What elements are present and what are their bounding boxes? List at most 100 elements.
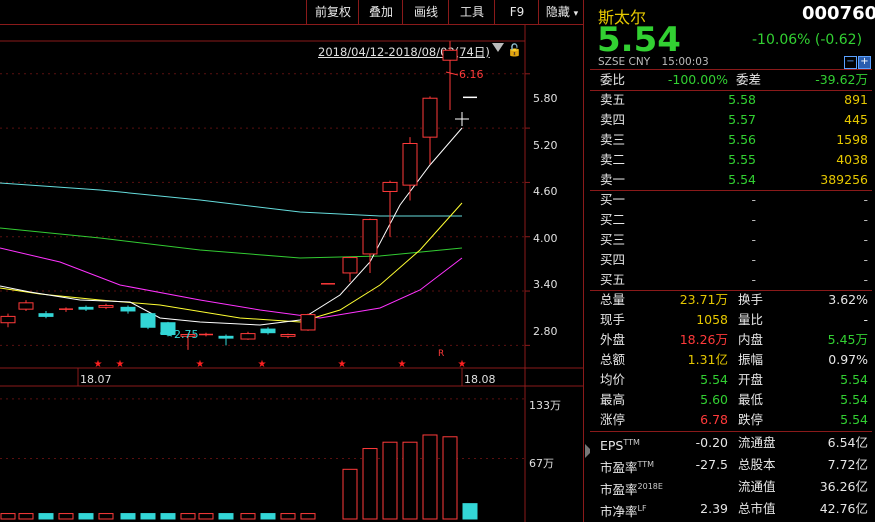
- candle-body: [260, 328, 276, 334]
- ask-row[interactable]: 卖三 5.56 1598: [590, 130, 872, 150]
- add-watchlist-icon[interactable]: +: [858, 56, 871, 69]
- stat-row: 总额 1.31亿 振幅 0.97%: [590, 350, 872, 370]
- bid-label: 买一: [600, 192, 626, 207]
- ask-volume: 891: [844, 92, 868, 107]
- fundamental-value: -27.5: [695, 457, 728, 472]
- moving-average-line: [0, 247, 463, 319]
- ask-price: 5.54: [728, 172, 756, 187]
- currency: CNY: [628, 56, 651, 68]
- high-price-label: 6.16: [459, 68, 484, 81]
- commission-diff-value: -39.62万: [815, 72, 868, 87]
- stat-value: -: [863, 312, 868, 327]
- bid-price: -: [751, 232, 756, 247]
- volume-bar: [160, 513, 176, 520]
- moving-average-line: [0, 127, 463, 326]
- stat-label: 最低: [738, 392, 764, 407]
- fundamental-label: 市盈率TTM: [600, 455, 654, 478]
- volume-bar: [402, 441, 418, 520]
- fundamental-row: 市净率LF 2.39 总市值 42.76亿: [590, 499, 872, 519]
- commission-row: 委比 -100.00% 委差 -39.62万: [590, 70, 872, 90]
- price-tick: 5.20: [533, 139, 558, 152]
- candle-body: [362, 219, 378, 255]
- candle-body: [280, 334, 296, 337]
- stat-label: 外盘: [600, 332, 626, 347]
- stat-value: 1.31亿: [687, 352, 728, 367]
- stat-value: 5.60: [700, 392, 728, 407]
- ask-row[interactable]: 卖四 5.57 445: [590, 110, 872, 130]
- bid-label: 买三: [600, 232, 626, 247]
- candle-body: [38, 313, 54, 317]
- stat-label: 现手: [600, 312, 626, 327]
- star-marker: ★: [258, 359, 267, 370]
- ask-row[interactable]: 卖一 5.54 389256: [590, 170, 872, 190]
- x-tick-label: 18.07: [80, 373, 112, 386]
- volume-tick: 133万: [529, 399, 561, 412]
- price-tick: 4.60: [533, 185, 558, 198]
- fundamental-label-sup: 2018E: [637, 482, 663, 491]
- candle-body: [18, 302, 34, 310]
- fundamental-label: EPSTTM: [600, 433, 640, 456]
- stat-row: 最高 5.60 最低 5.54: [590, 390, 872, 410]
- candle-body: [160, 322, 176, 336]
- volume-bar: [198, 513, 214, 520]
- candle-body: [240, 333, 256, 340]
- candle-body: [140, 313, 156, 328]
- volume-bar: [180, 513, 196, 520]
- commission-ratio-value: -100.00%: [667, 72, 728, 87]
- commission-ratio-label: 委比: [600, 72, 626, 87]
- stat-value: 18.26万: [679, 332, 728, 347]
- volume-bar: [78, 513, 94, 520]
- volume-bar: [140, 513, 156, 520]
- candlestick-chart[interactable]: ★ ★ ★ ★ ★ ★ ★: [0, 0, 584, 522]
- ask-row[interactable]: 卖五 5.58 891: [590, 90, 872, 110]
- ask-label: 卖五: [600, 92, 626, 107]
- bid-row[interactable]: 买一 - -: [590, 190, 872, 210]
- candle-body: [0, 315, 16, 324]
- price-tick: 3.40: [533, 278, 558, 291]
- stat-label: 开盘: [738, 372, 764, 387]
- quote-time: 15:00:03: [661, 56, 709, 68]
- volume-bar: [120, 513, 136, 520]
- fundamental-label-text: 市盈率: [600, 460, 638, 476]
- stat-label: 最高: [600, 392, 626, 407]
- price-tick: 4.00: [533, 232, 558, 245]
- ask-row[interactable]: 卖二 5.55 4038: [590, 150, 872, 170]
- star-marker: ★: [94, 359, 103, 370]
- fundamental-label-text: 市盈率: [600, 482, 638, 498]
- stat-row: 均价 5.54 开盘 5.54: [590, 370, 872, 390]
- ask-volume: 4038: [836, 152, 868, 167]
- star-marker: ★: [458, 359, 467, 370]
- ask-volume: 389256: [820, 172, 868, 187]
- moving-average-line: [0, 227, 463, 259]
- candle-body: [78, 306, 94, 310]
- chart-area[interactable]: 前复权 叠加 画线 工具 F9 隐藏 ▾ 2018/04/12-2018/08/…: [0, 0, 592, 522]
- moving-average-line: [0, 202, 463, 323]
- stat-label: 换手: [738, 292, 764, 307]
- fundamental-row: 市盈率TTM -27.5 总股本 7.72亿: [590, 455, 872, 475]
- stat-value: 5.54: [700, 372, 728, 387]
- fundamental-label: 流通值: [738, 479, 776, 494]
- minus-icon[interactable]: −: [844, 56, 857, 69]
- bid-row[interactable]: 买二 - -: [590, 210, 872, 230]
- bid-row[interactable]: 买三 - -: [590, 230, 872, 250]
- stock-code: 000760: [802, 3, 875, 24]
- fundamental-value: 7.72亿: [827, 457, 868, 472]
- stat-value: 6.78: [700, 412, 728, 427]
- divider: [590, 431, 872, 432]
- fundamental-value: -0.20: [695, 435, 728, 450]
- candle-body: [382, 181, 398, 192]
- volume-bar: [280, 513, 296, 520]
- ask-label: 卖一: [600, 172, 626, 187]
- candle-body: [218, 335, 234, 339]
- fundamental-label-text: EPS: [600, 438, 624, 454]
- ask-price: 5.57: [728, 112, 756, 127]
- fundamental-value: 2.39: [700, 501, 728, 516]
- candle-body: [98, 305, 114, 308]
- fundamental-label-text: 市净率: [600, 504, 638, 520]
- bid-row[interactable]: 买五 - -: [590, 270, 872, 290]
- volume-bar: [462, 503, 478, 520]
- stat-label: 涨停: [600, 412, 626, 427]
- volume-bar: [362, 448, 378, 520]
- stat-value: 5.54: [840, 372, 868, 387]
- bid-row[interactable]: 买四 - -: [590, 250, 872, 270]
